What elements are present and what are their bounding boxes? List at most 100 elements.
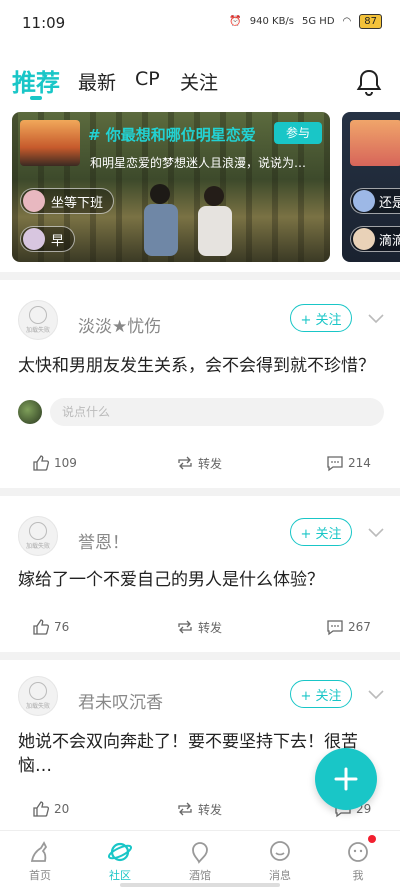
tab-cp[interactable]: CP bbox=[135, 68, 160, 90]
avatar-fallback-label: 加载失败 bbox=[25, 543, 50, 550]
avatar bbox=[23, 190, 45, 212]
repost-label: 转发 bbox=[198, 802, 223, 817]
avatar bbox=[18, 400, 42, 424]
wifi-icon: ◠ bbox=[342, 16, 352, 27]
like-button[interactable]: 20 bbox=[32, 800, 69, 818]
profile-icon bbox=[348, 842, 368, 862]
chip-label: 坐等下班 bbox=[51, 195, 104, 211]
alarm-icon: ⏰ bbox=[229, 16, 242, 27]
plus-icon bbox=[334, 767, 358, 791]
nav-label: 酒馆 bbox=[189, 869, 211, 882]
post-username[interactable]: 君未叹沉香 bbox=[78, 688, 163, 713]
post-title[interactable]: 太快和男朋友发生关系，会不会得到就不珍惜？ bbox=[18, 354, 382, 378]
battery-level: 87 bbox=[359, 14, 382, 29]
topic-banner[interactable]: # 你最想和哪位明星恋爱 参与 和明星恋爱的梦想迷人且浪漫，说说为… 坐等下班 … bbox=[12, 112, 330, 262]
feed-tabs: 推荐 最新 CP 关注 bbox=[0, 58, 400, 102]
follow-button[interactable]: + 关注 bbox=[290, 304, 352, 332]
comment-count: 267 bbox=[348, 620, 371, 634]
repost-icon bbox=[178, 802, 192, 816]
home-indicator bbox=[120, 883, 280, 887]
comment-input[interactable]: 说点什么 bbox=[50, 398, 384, 426]
comment-count: 214 bbox=[348, 456, 371, 470]
topic-title: # 你最想和哪位明星恋爱 bbox=[88, 126, 256, 144]
repost-label: 转发 bbox=[198, 620, 223, 635]
topic-participant-chip[interactable]: 坐等下班 bbox=[20, 188, 115, 214]
chip-label: 早 bbox=[51, 233, 65, 249]
post-card[interactable]: 加载失败 誉恩！ + 关注 嫁给了一个不爱自己的男人是什么体验？ 76 转发 2… bbox=[0, 496, 400, 652]
repost-icon bbox=[178, 456, 192, 470]
repost-button[interactable]: 转发 bbox=[176, 454, 222, 472]
repost-button[interactable]: 转发 bbox=[176, 618, 222, 636]
sad-face-icon bbox=[29, 682, 47, 700]
comment-button[interactable]: 267 bbox=[326, 618, 371, 636]
repost-button[interactable]: 转发 bbox=[176, 800, 222, 818]
avatar bbox=[23, 228, 45, 250]
chevron-down-icon[interactable] bbox=[368, 690, 384, 700]
post-username[interactable]: 淡淡★忧伤 bbox=[78, 312, 161, 337]
nav-community[interactable]: 社区 bbox=[90, 839, 150, 883]
topic-participant-chip[interactable]: 滴滴 bbox=[350, 226, 400, 252]
nav-messages[interactable]: 消息 bbox=[250, 839, 310, 883]
comment-icon bbox=[327, 620, 343, 636]
post-actions: 76 转发 267 bbox=[0, 618, 400, 642]
post-actions: 109 转发 214 bbox=[0, 454, 400, 478]
nav-label: 社区 bbox=[109, 869, 131, 882]
like-count: 20 bbox=[54, 802, 70, 816]
couple-illustration bbox=[144, 184, 232, 256]
avatar bbox=[353, 190, 375, 212]
topic-thumbnail bbox=[20, 120, 80, 166]
like-count: 109 bbox=[54, 456, 77, 470]
tab-following[interactable]: 关注 bbox=[180, 68, 218, 95]
topic-participant-chip[interactable]: 还是 bbox=[350, 188, 400, 214]
active-tab-indicator bbox=[30, 96, 42, 100]
nav-tavern[interactable]: 酒馆 bbox=[170, 839, 230, 883]
avatar bbox=[353, 228, 375, 250]
notification-bell-icon[interactable] bbox=[356, 68, 382, 96]
follow-button[interactable]: + 关注 bbox=[290, 518, 352, 546]
topic-banner-next[interactable]: 还是 滴滴 bbox=[342, 112, 400, 262]
post-username[interactable]: 誉恩！ bbox=[78, 528, 129, 553]
follow-button[interactable]: + 关注 bbox=[290, 680, 352, 708]
thumbs-up-icon bbox=[33, 801, 50, 817]
create-post-button[interactable] bbox=[315, 748, 377, 810]
avatar-fallback-label: 加载失败 bbox=[25, 327, 50, 334]
nav-label: 我 bbox=[352, 869, 364, 882]
home-icon bbox=[30, 841, 48, 862]
nav-label: 消息 bbox=[269, 869, 291, 882]
topic-participant-chip[interactable]: 早 bbox=[20, 226, 76, 252]
nav-label: 首页 bbox=[29, 869, 51, 882]
topic-description: 和明星恋爱的梦想迷人且浪漫，说说为… bbox=[90, 156, 307, 170]
thumbs-up-icon bbox=[33, 619, 50, 635]
tab-recommend[interactable]: 推荐 bbox=[12, 63, 60, 98]
avatar[interactable]: 加载失败 bbox=[18, 516, 58, 556]
section-divider bbox=[0, 488, 400, 496]
section-divider bbox=[0, 652, 400, 660]
nav-home[interactable]: 首页 bbox=[10, 839, 70, 883]
topic-thumbnail bbox=[350, 120, 400, 166]
comment-icon bbox=[327, 456, 343, 472]
avatar[interactable]: 加载失败 bbox=[18, 676, 58, 716]
notification-badge bbox=[368, 835, 376, 843]
chip-label: 滴滴 bbox=[379, 233, 400, 249]
repost-icon bbox=[178, 620, 192, 634]
network-speed: 940 KB/s bbox=[249, 16, 295, 27]
post-title[interactable]: 嫁给了一个不爱自己的男人是什么体验？ bbox=[18, 568, 382, 592]
join-topic-button[interactable]: 参与 bbox=[274, 122, 322, 144]
status-bar: 11:09 ⏰ 940 KB/s 5G HD ◠ 87 bbox=[0, 0, 400, 48]
like-button[interactable]: 109 bbox=[32, 454, 77, 472]
message-icon bbox=[270, 841, 290, 861]
nav-profile[interactable]: 我 bbox=[328, 839, 388, 883]
comment-bar: 说点什么 bbox=[18, 398, 384, 428]
section-divider bbox=[0, 272, 400, 280]
avatar[interactable]: 加载失败 bbox=[18, 300, 58, 340]
chevron-down-icon[interactable] bbox=[368, 314, 384, 324]
sad-face-icon bbox=[29, 306, 47, 324]
chevron-down-icon[interactable] bbox=[368, 528, 384, 538]
tab-latest[interactable]: 最新 bbox=[78, 68, 116, 95]
status-icons: ⏰ 940 KB/s 5G HD ◠ 87 bbox=[229, 14, 382, 29]
like-button[interactable]: 76 bbox=[32, 618, 69, 636]
post-card[interactable]: 加载失败 淡淡★忧伤 + 关注 太快和男朋友发生关系，会不会得到就不珍惜？ 说点… bbox=[0, 280, 400, 488]
chip-label: 还是 bbox=[379, 195, 400, 211]
like-count: 76 bbox=[54, 620, 70, 634]
comment-button[interactable]: 214 bbox=[326, 454, 371, 472]
